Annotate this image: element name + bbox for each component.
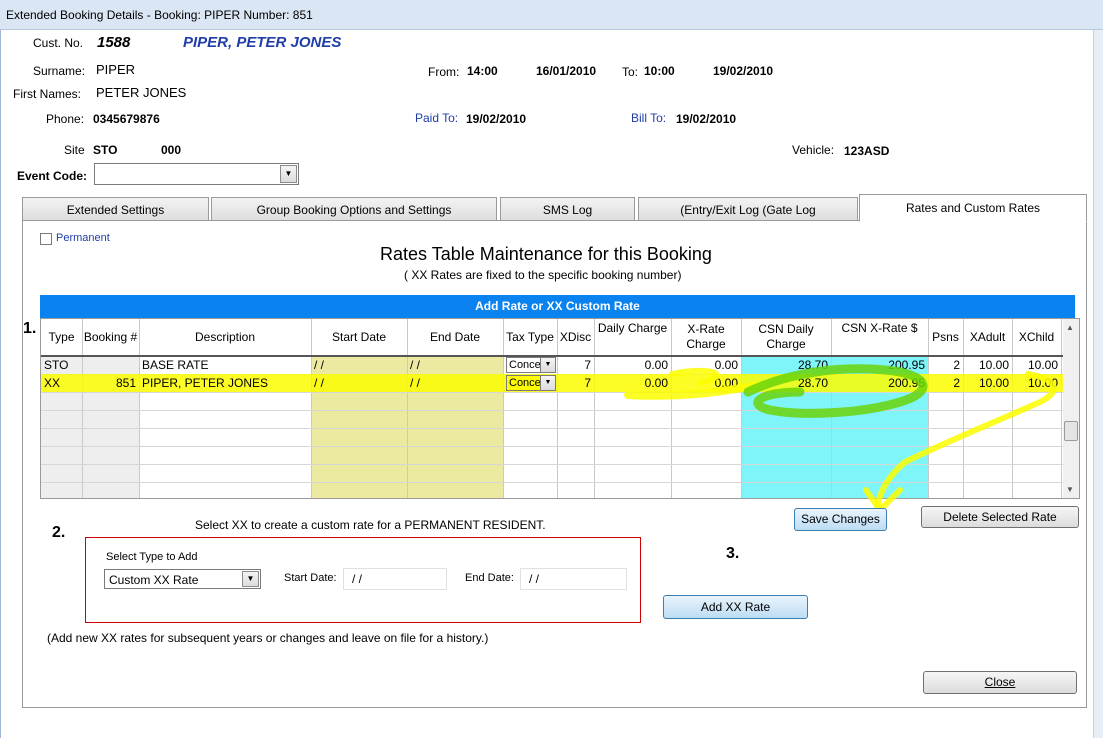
add-xx-rate-button[interactable]: Add XX Rate <box>663 595 808 619</box>
green-scribble <box>743 364 928 418</box>
delete-selected-rate-button[interactable]: Delete Selected Rate <box>921 506 1079 528</box>
end-date-input[interactable]: / / <box>520 568 627 590</box>
chevron-down-icon[interactable]: ▼ <box>242 571 259 587</box>
save-changes-label: Save Changes <box>801 512 880 526</box>
yellow-scribble <box>624 381 764 400</box>
save-changes-button[interactable]: Save Changes <box>794 508 887 531</box>
select-type-value: Custom XX Rate <box>109 573 199 587</box>
select-type-label: Select Type to Add <box>106 551 198 563</box>
close-button[interactable]: Close <box>923 671 1077 694</box>
step-marker-2: 2. <box>52 524 66 541</box>
yellow-arrow <box>875 371 1057 508</box>
step-marker-3: 3. <box>726 545 740 562</box>
start-date-input[interactable]: / / <box>343 568 447 590</box>
delete-rate-label: Delete Selected Rate <box>943 510 1057 524</box>
select-type-dropdown[interactable]: Custom XX Rate ▼ <box>104 569 261 589</box>
step-marker-1: 1. <box>23 320 37 337</box>
history-footnote: (Add new XX rates for subsequent years o… <box>47 631 489 645</box>
end-date-label: End Date: <box>465 572 514 584</box>
add-xx-rate-label: Add XX Rate <box>700 600 771 614</box>
start-date-label: Start Date: <box>284 572 337 584</box>
close-label: Close <box>984 675 1016 689</box>
annotation-overlay <box>624 364 1057 515</box>
yellow-scribble <box>669 367 720 386</box>
custom-rate-hint: Select XX to create a custom rate for a … <box>195 518 546 532</box>
